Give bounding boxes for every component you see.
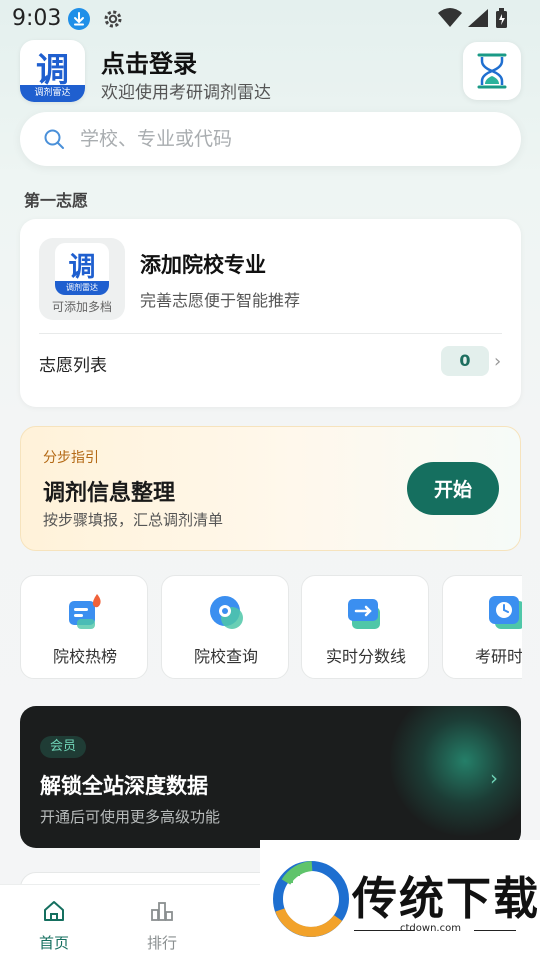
watermark-text: 传统下载 xyxy=(352,872,540,925)
score-line-icon xyxy=(348,599,380,629)
system-status-icons xyxy=(436,6,528,30)
quick-tools-row[interactable]: 院校热榜 院校查询 实时分数线 考研时间 xyxy=(0,570,522,685)
watermark-url: ctdown.com xyxy=(400,923,461,934)
mini-logo-glyph: 调 xyxy=(68,252,96,283)
chevron-right-icon[interactable]: › xyxy=(494,353,501,371)
watermark-logo-icon xyxy=(273,861,349,937)
wifi-icon xyxy=(438,8,462,27)
battery-icon xyxy=(496,8,507,28)
first-choice-card[interactable]: 调 调剂雷达 可添加多档 添加院校专业 完善志愿便于智能推荐 志愿列表 0 › xyxy=(20,219,521,407)
wish-list-label[interactable]: 志愿列表 xyxy=(39,351,107,376)
chevron-right-icon[interactable]: › xyxy=(490,766,498,790)
start-button[interactable]: 开始 xyxy=(407,462,499,515)
search-bar[interactable] xyxy=(20,112,521,166)
tool-exam-time-label: 考研时间 xyxy=(474,647,522,666)
status-time: 9:03 xyxy=(12,6,62,31)
vip-banner[interactable]: 会员 解锁全站深度数据 开通后可使用更多高级功能 › xyxy=(20,706,521,848)
tool-school-search[interactable]: 院校查询 xyxy=(161,575,289,679)
tool-hot-list[interactable]: 院校热榜 xyxy=(20,575,148,679)
step-guide-card: 分步指引 调剂信息整理 按步骤填报，汇总调剂清单 开始 xyxy=(20,426,521,551)
first-choice-heading: 第一志愿 xyxy=(24,191,89,210)
welcome-subtitle: 欢迎使用考研调剂雷达 xyxy=(101,83,271,103)
wish-list-count-badge: 0 xyxy=(441,346,489,376)
vip-description: 开通后可使用更多高级功能 xyxy=(40,808,221,826)
mini-logo-band: 调剂雷达 xyxy=(55,281,109,295)
app-logo-band: 调剂雷达 xyxy=(20,85,85,102)
tab-home-label: 首页 xyxy=(38,934,69,952)
vip-glow-decoration xyxy=(390,706,521,836)
tab-ranking[interactable]: 排行 xyxy=(108,885,216,960)
guide-description: 按步骤填报，汇总调剂清单 xyxy=(43,511,224,529)
tab-home[interactable]: 首页 xyxy=(0,885,108,960)
hourglass-icon xyxy=(477,53,507,89)
add-multiple-caption: 可添加多档 xyxy=(51,300,112,314)
tool-score-line[interactable]: 实时分数线 xyxy=(301,575,429,679)
search-input[interactable] xyxy=(80,126,500,152)
signal-icon xyxy=(468,9,488,27)
status-bar: 9:03 xyxy=(0,0,540,36)
tab-ranking-label: 排行 xyxy=(146,934,177,952)
vip-title: 解锁全站深度数据 xyxy=(40,774,208,798)
search-icon xyxy=(44,129,64,149)
settings-gear-icon xyxy=(101,7,125,31)
guide-tag: 分步指引 xyxy=(43,450,99,466)
tool-score-line-label: 实时分数线 xyxy=(325,647,406,666)
login-prompt[interactable]: 点击登录 xyxy=(101,44,197,79)
guide-title: 调剂信息整理 xyxy=(43,481,176,506)
watermark-line xyxy=(474,930,516,931)
clock-icon xyxy=(489,596,522,629)
app-logo: 调 调剂雷达 xyxy=(20,40,85,102)
countdown-button[interactable] xyxy=(463,42,521,100)
ranking-icon xyxy=(151,902,173,921)
tool-exam-time[interactable]: 考研时间 xyxy=(442,575,522,679)
add-school-tile[interactable]: 调 调剂雷达 可添加多档 xyxy=(39,238,125,320)
app-logo-glyph: 调 xyxy=(36,50,69,89)
mini-app-logo: 调 调剂雷达 xyxy=(55,243,109,295)
school-search-icon xyxy=(210,596,243,629)
vip-badge: 会员 xyxy=(40,736,87,758)
add-school-major-description: 完善志愿便于智能推荐 xyxy=(140,291,301,310)
tool-school-search-label: 院校查询 xyxy=(193,647,258,666)
tool-hot-list-label: 院校热榜 xyxy=(52,647,117,666)
divider xyxy=(39,333,502,334)
download-icon xyxy=(68,8,90,30)
add-school-major-title[interactable]: 添加院校专业 xyxy=(140,249,266,279)
hot-list-icon xyxy=(69,594,101,629)
watermark: 传统下载 ctdown.com xyxy=(260,840,540,960)
home-icon xyxy=(44,901,64,921)
